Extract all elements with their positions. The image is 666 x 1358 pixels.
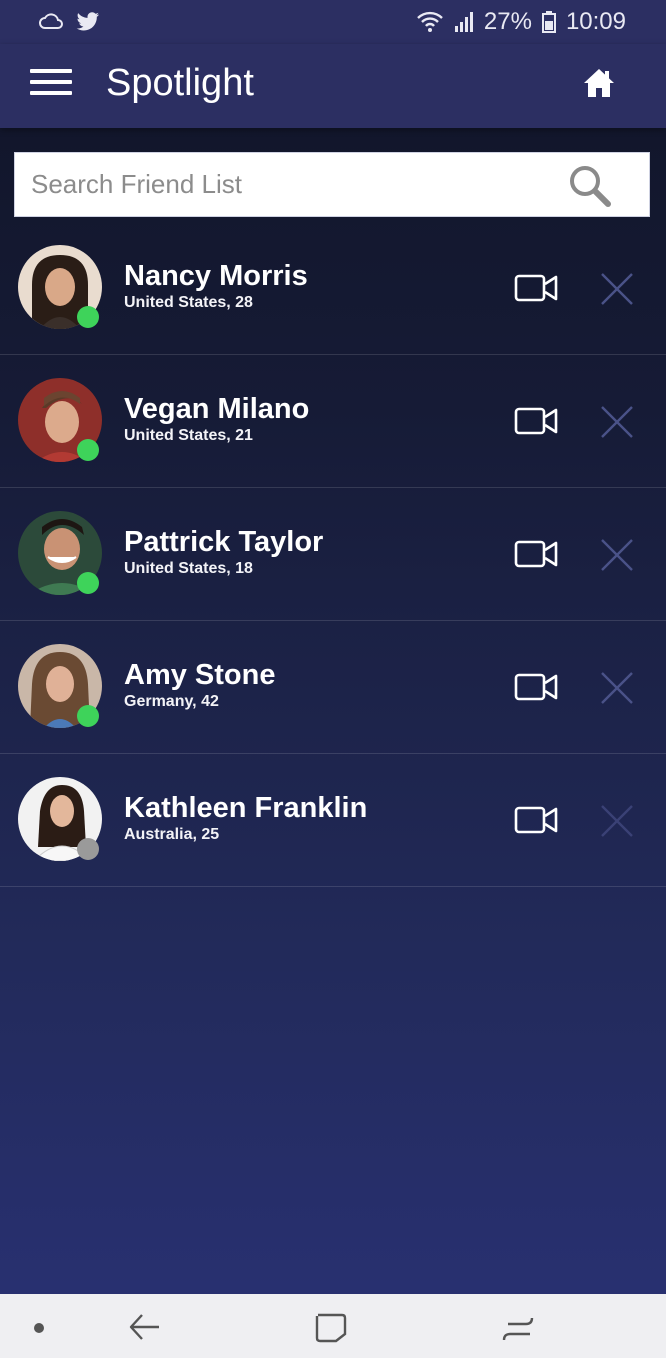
recent-apps-icon[interactable] — [500, 1312, 536, 1344]
home-square-icon[interactable] — [314, 1312, 348, 1344]
close-icon[interactable] — [598, 536, 636, 574]
system-status: 27% 10:09 — [416, 8, 626, 36]
friend-row[interactable]: Amy Stone Germany, 42 — [0, 621, 666, 754]
page-title: Spotlight — [106, 62, 254, 104]
online-status-dot — [77, 439, 99, 461]
clock: 10:09 — [565, 8, 626, 35]
search-input[interactable] — [15, 153, 555, 216]
wifi-icon — [417, 11, 443, 32]
friend-name: Pattrick Taylor — [124, 526, 324, 558]
online-status-dot — [77, 572, 99, 594]
online-status-dot — [77, 705, 99, 727]
friend-location: United States, 21 — [124, 427, 253, 444]
close-icon[interactable] — [598, 403, 636, 441]
friend-list: Nancy Morris United States, 28 Vegan Mil… — [0, 222, 666, 887]
back-arrow-icon[interactable] — [128, 1312, 162, 1342]
friend-row[interactable]: Kathleen Franklin Australia, 25 — [0, 754, 666, 887]
system-navigation-bar — [0, 1294, 666, 1358]
friend-name: Vegan Milano — [124, 393, 310, 425]
twitter-icon — [76, 12, 100, 31]
signal-icon — [454, 12, 473, 32]
battery-icon — [541, 11, 556, 33]
friend-location: Germany, 42 — [124, 693, 219, 710]
home-icon[interactable] — [582, 66, 616, 100]
search-icon[interactable] — [567, 163, 613, 209]
friend-location: Australia, 25 — [124, 826, 220, 843]
cloud-sync-icon — [39, 13, 63, 29]
video-camera-icon[interactable] — [514, 804, 558, 836]
close-icon[interactable] — [598, 802, 636, 840]
video-camera-icon[interactable] — [514, 538, 558, 570]
menu-icon[interactable] — [30, 69, 72, 99]
friend-row[interactable]: Nancy Morris United States, 28 — [0, 222, 666, 355]
friend-location: United States, 18 — [124, 560, 253, 577]
nav-dot-icon — [34, 1323, 44, 1333]
online-status-dot — [77, 306, 99, 328]
friend-row[interactable]: Pattrick Taylor United States, 18 — [0, 488, 666, 621]
friend-row[interactable]: Vegan Milano United States, 21 — [0, 355, 666, 488]
friend-name: Amy Stone — [124, 659, 276, 691]
friend-name: Kathleen Franklin — [124, 792, 368, 824]
video-camera-icon[interactable] — [514, 671, 558, 703]
battery-percent: 27% — [483, 8, 532, 35]
search-bar — [14, 152, 650, 217]
app-bar: Spotlight — [0, 44, 666, 128]
close-icon[interactable] — [598, 669, 636, 707]
video-camera-icon[interactable] — [514, 405, 558, 437]
video-camera-icon[interactable] — [514, 272, 558, 304]
offline-status-dot — [77, 838, 99, 860]
notification-icons — [38, 12, 100, 32]
status-bar: 27% 10:09 — [0, 0, 666, 44]
friend-name: Nancy Morris — [124, 260, 308, 292]
friend-location: United States, 28 — [124, 294, 253, 311]
close-icon[interactable] — [598, 270, 636, 308]
